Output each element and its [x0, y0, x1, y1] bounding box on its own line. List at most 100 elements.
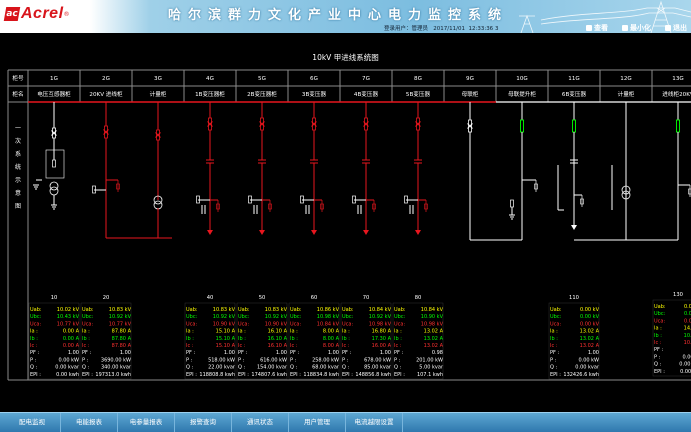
meter-value: 13.02 A — [580, 329, 600, 335]
meter-label: EPI : — [550, 372, 561, 378]
single-line-diagram: 柜号柜名一次系统示意图 1G 电压互感器柜 2G 20KV 进线柜 3G 计量柜 4G 1B变压… — [7, 69, 691, 381]
meter-value: 201.00 kW — [416, 357, 443, 363]
meter-value: 0.00 A — [63, 343, 80, 349]
meter-value: 17.30 A — [372, 336, 392, 342]
nav-parameter-report[interactable]: 电参量报表 — [118, 413, 175, 432]
meter-value: 0.00 kvar — [575, 365, 600, 371]
meter-value: 0.00 kW — [682, 354, 691, 360]
meter-label: Ic : — [342, 343, 350, 349]
meter-label: Q : — [550, 365, 558, 371]
meter-value: 0.00 kV — [684, 304, 691, 310]
meter-value: 22.00 kvar — [208, 365, 236, 371]
nav-alarm-query[interactable]: 报警查询 — [175, 413, 232, 432]
side-label-char: 统 — [15, 163, 21, 171]
nav-distribution-monitor[interactable]: 配电监视 — [4, 413, 61, 432]
meter-label: P : — [550, 357, 557, 363]
cabinet-no-label: 7G — [362, 76, 370, 82]
meter-value: 10.84 kV — [369, 307, 392, 313]
meter-label: Q : — [30, 365, 38, 371]
meter-value: 16.10 A — [268, 329, 288, 335]
meter-label: Uab: — [290, 307, 302, 313]
meter-value: 10.86 kV — [317, 307, 340, 313]
cabinet-name-label: 计量柜 — [618, 90, 635, 98]
meter-label: EPI : — [394, 372, 405, 378]
meter-label: Ic : — [30, 343, 38, 349]
meter-value: 16.80 A — [372, 329, 392, 335]
meter-label: Ib : — [82, 336, 90, 342]
cabinet-no-label: 12G — [620, 76, 631, 82]
meter-label: Ubc: — [82, 314, 94, 320]
meter-value: 16.10 A — [268, 336, 288, 342]
meter-label: P : — [238, 357, 245, 363]
meter-label: Ia : — [186, 329, 194, 335]
cabinet-no-label: 4G — [206, 76, 214, 82]
meter-value: 174807.6 kwh — [251, 372, 287, 378]
cabinet-name-label: 2B变压器柜 — [247, 90, 277, 98]
meter-value: 10.98 kV — [421, 321, 444, 327]
cabinet-name-label: 6B变压器 — [562, 90, 587, 98]
nav-comm-status[interactable]: 通讯状态 — [232, 413, 289, 432]
meter-value: 10.92 kV — [265, 314, 288, 320]
meter-value: 10.92 kV — [369, 314, 392, 320]
meter-label: Ia : — [394, 329, 402, 335]
meter-label: Uca: — [238, 321, 249, 327]
arrow-icon — [207, 230, 213, 235]
meter-label: Ic : — [82, 343, 90, 349]
meter-label: Ubc: — [290, 314, 302, 320]
transformer-icon — [49, 186, 59, 196]
meter-label: Ib : — [290, 336, 298, 342]
meter-value: 10.90 A — [684, 333, 691, 339]
meter-label: P : — [186, 357, 193, 363]
meter-id-label: 110 — [569, 295, 579, 301]
meter-id-label: 20 — [103, 295, 110, 301]
nav-energy-report[interactable]: 电能报表 — [61, 413, 118, 432]
meter-label: P : — [290, 357, 297, 363]
meter-value: 1.00 — [224, 350, 235, 356]
nav-user-management[interactable]: 用户管理 — [289, 413, 346, 432]
meter-label: Ic : — [186, 343, 194, 349]
meter-value: 10.90 kV — [213, 321, 236, 327]
nav-overcurrent-setting[interactable]: 电流越限设置 — [346, 413, 403, 432]
meter-value: 10.98 kV — [317, 314, 340, 320]
meter-label: Ib : — [30, 336, 38, 342]
arrow-icon — [571, 225, 577, 230]
meter-value: 3690.00 kW — [101, 357, 131, 363]
transformer-icon — [153, 200, 163, 210]
meter-value: 0.00 kwh — [56, 372, 79, 378]
meter-value: 132426.6 kwh — [563, 372, 599, 378]
cabinet-no-label: 10G — [516, 76, 527, 82]
meter-label: Q : — [238, 365, 246, 371]
side-label-char: 系 — [15, 150, 21, 158]
cabinet-name-label: 计量柜 — [150, 90, 167, 98]
meter-label: P : — [654, 354, 661, 360]
meter-value: 518.00 kW — [208, 357, 235, 363]
meter-label: Ia : — [82, 329, 90, 335]
meter-value: 14.05 A — [684, 326, 691, 332]
meter-label: PF : — [654, 347, 663, 353]
meter-value: 10.98 kV — [369, 321, 392, 327]
meter-value: 13.02 A — [424, 336, 444, 342]
meter-value: 85.00 kvar — [364, 365, 392, 371]
meter-value: 87.80 A — [112, 343, 132, 349]
cabinet-name-label: 电压互感器柜 — [37, 90, 71, 98]
cabinet-name-label: 20KV 进线柜 — [89, 90, 123, 98]
meter-label: P : — [342, 357, 349, 363]
transformer-icon — [49, 181, 59, 191]
cabinet-no-label: 8G — [414, 76, 422, 82]
meter-value: 8.00 A — [323, 329, 340, 335]
meter-label: Uab: — [186, 307, 198, 313]
meter-label: EPI : — [186, 372, 197, 378]
side-label-char: 图 — [15, 203, 21, 210]
meter-label: Ib : — [550, 336, 558, 342]
meter-value: 10.77 kV — [109, 321, 132, 327]
meter-label: Ib : — [654, 333, 662, 339]
cabinet-no-label: 13G — [672, 76, 683, 82]
meter-value: 1.00 — [120, 350, 131, 356]
fuse-icon — [510, 199, 514, 208]
meter-label: Q : — [290, 365, 298, 371]
footer-nav: 配电监视 电能报表 电参量报表 报警查询 通讯状态 用户管理 电流越限设置 — [0, 412, 691, 432]
cabinet-name-label: 母联柜 — [462, 90, 479, 98]
meter-label: Ia : — [30, 329, 38, 335]
meter-value: 1.00 — [68, 350, 79, 356]
meter-value: 13.02 A — [580, 336, 600, 342]
